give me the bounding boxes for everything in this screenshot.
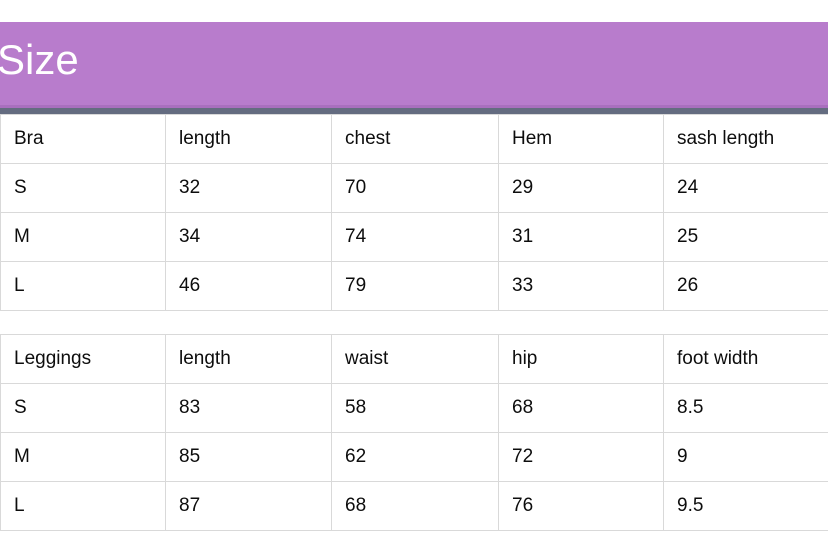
cell-length: 46 xyxy=(165,261,332,311)
column-header-chest: chest xyxy=(331,114,499,164)
column-header-length: length xyxy=(165,114,332,164)
column-header-sash-length: sash length xyxy=(663,114,828,164)
leggings-size-table: Leggings length waist hip foot width S 8… xyxy=(0,334,828,531)
cell-chest: 70 xyxy=(331,163,499,213)
leggings-size-table-container: Leggings length waist hip foot width S 8… xyxy=(0,334,828,531)
table-row: S 83 58 68 8.5 xyxy=(0,383,828,433)
cell-sash-length: 24 xyxy=(663,163,828,213)
table-row: S 32 70 29 24 xyxy=(0,163,828,213)
cell-foot-width: 8.5 xyxy=(663,383,828,433)
cell-hip: 76 xyxy=(498,481,664,531)
column-header-bra: Bra xyxy=(0,114,166,164)
cell-waist: 58 xyxy=(331,383,499,433)
table-row: M 34 74 31 25 xyxy=(0,212,828,262)
column-header-hem: Hem xyxy=(498,114,664,164)
cell-chest: 74 xyxy=(331,212,499,262)
cell-length: 83 xyxy=(165,383,332,433)
bra-size-table: Bra length chest Hem sash length S 32 70… xyxy=(0,114,828,311)
cell-size: M xyxy=(0,432,166,482)
cell-foot-width: 9 xyxy=(663,432,828,482)
cell-length: 34 xyxy=(165,212,332,262)
bra-size-table-container: Bra length chest Hem sash length S 32 70… xyxy=(0,114,828,311)
cell-sash-length: 25 xyxy=(663,212,828,262)
column-header-hip: hip xyxy=(498,334,664,384)
table-header-row: Leggings length waist hip foot width xyxy=(0,334,828,384)
cell-hip: 72 xyxy=(498,432,664,482)
table-row: L 87 68 76 9.5 xyxy=(0,481,828,531)
table-row: L 46 79 33 26 xyxy=(0,261,828,311)
cell-foot-width: 9.5 xyxy=(663,481,828,531)
cell-length: 85 xyxy=(165,432,332,482)
cell-length: 87 xyxy=(165,481,332,531)
cell-hip: 68 xyxy=(498,383,664,433)
column-header-waist: waist xyxy=(331,334,499,384)
cell-hem: 31 xyxy=(498,212,664,262)
size-chart-page: Size Bra length chest Hem sash length S … xyxy=(0,0,828,554)
cell-hem: 29 xyxy=(498,163,664,213)
size-banner: Size xyxy=(0,22,828,105)
table-row: M 85 62 72 9 xyxy=(0,432,828,482)
cell-chest: 79 xyxy=(331,261,499,311)
cell-waist: 68 xyxy=(331,481,499,531)
table-header-row: Bra length chest Hem sash length xyxy=(0,114,828,164)
page-title: Size xyxy=(0,36,79,83)
column-header-length: length xyxy=(165,334,332,384)
cell-hem: 33 xyxy=(498,261,664,311)
cell-waist: 62 xyxy=(331,432,499,482)
cell-size: M xyxy=(0,212,166,262)
column-header-leggings: Leggings xyxy=(0,334,166,384)
cell-size: S xyxy=(0,383,166,433)
cell-size: L xyxy=(0,481,166,531)
cell-size: L xyxy=(0,261,166,311)
cell-size: S xyxy=(0,163,166,213)
cell-length: 32 xyxy=(165,163,332,213)
cell-sash-length: 26 xyxy=(663,261,828,311)
column-header-foot-width: foot width xyxy=(663,334,828,384)
